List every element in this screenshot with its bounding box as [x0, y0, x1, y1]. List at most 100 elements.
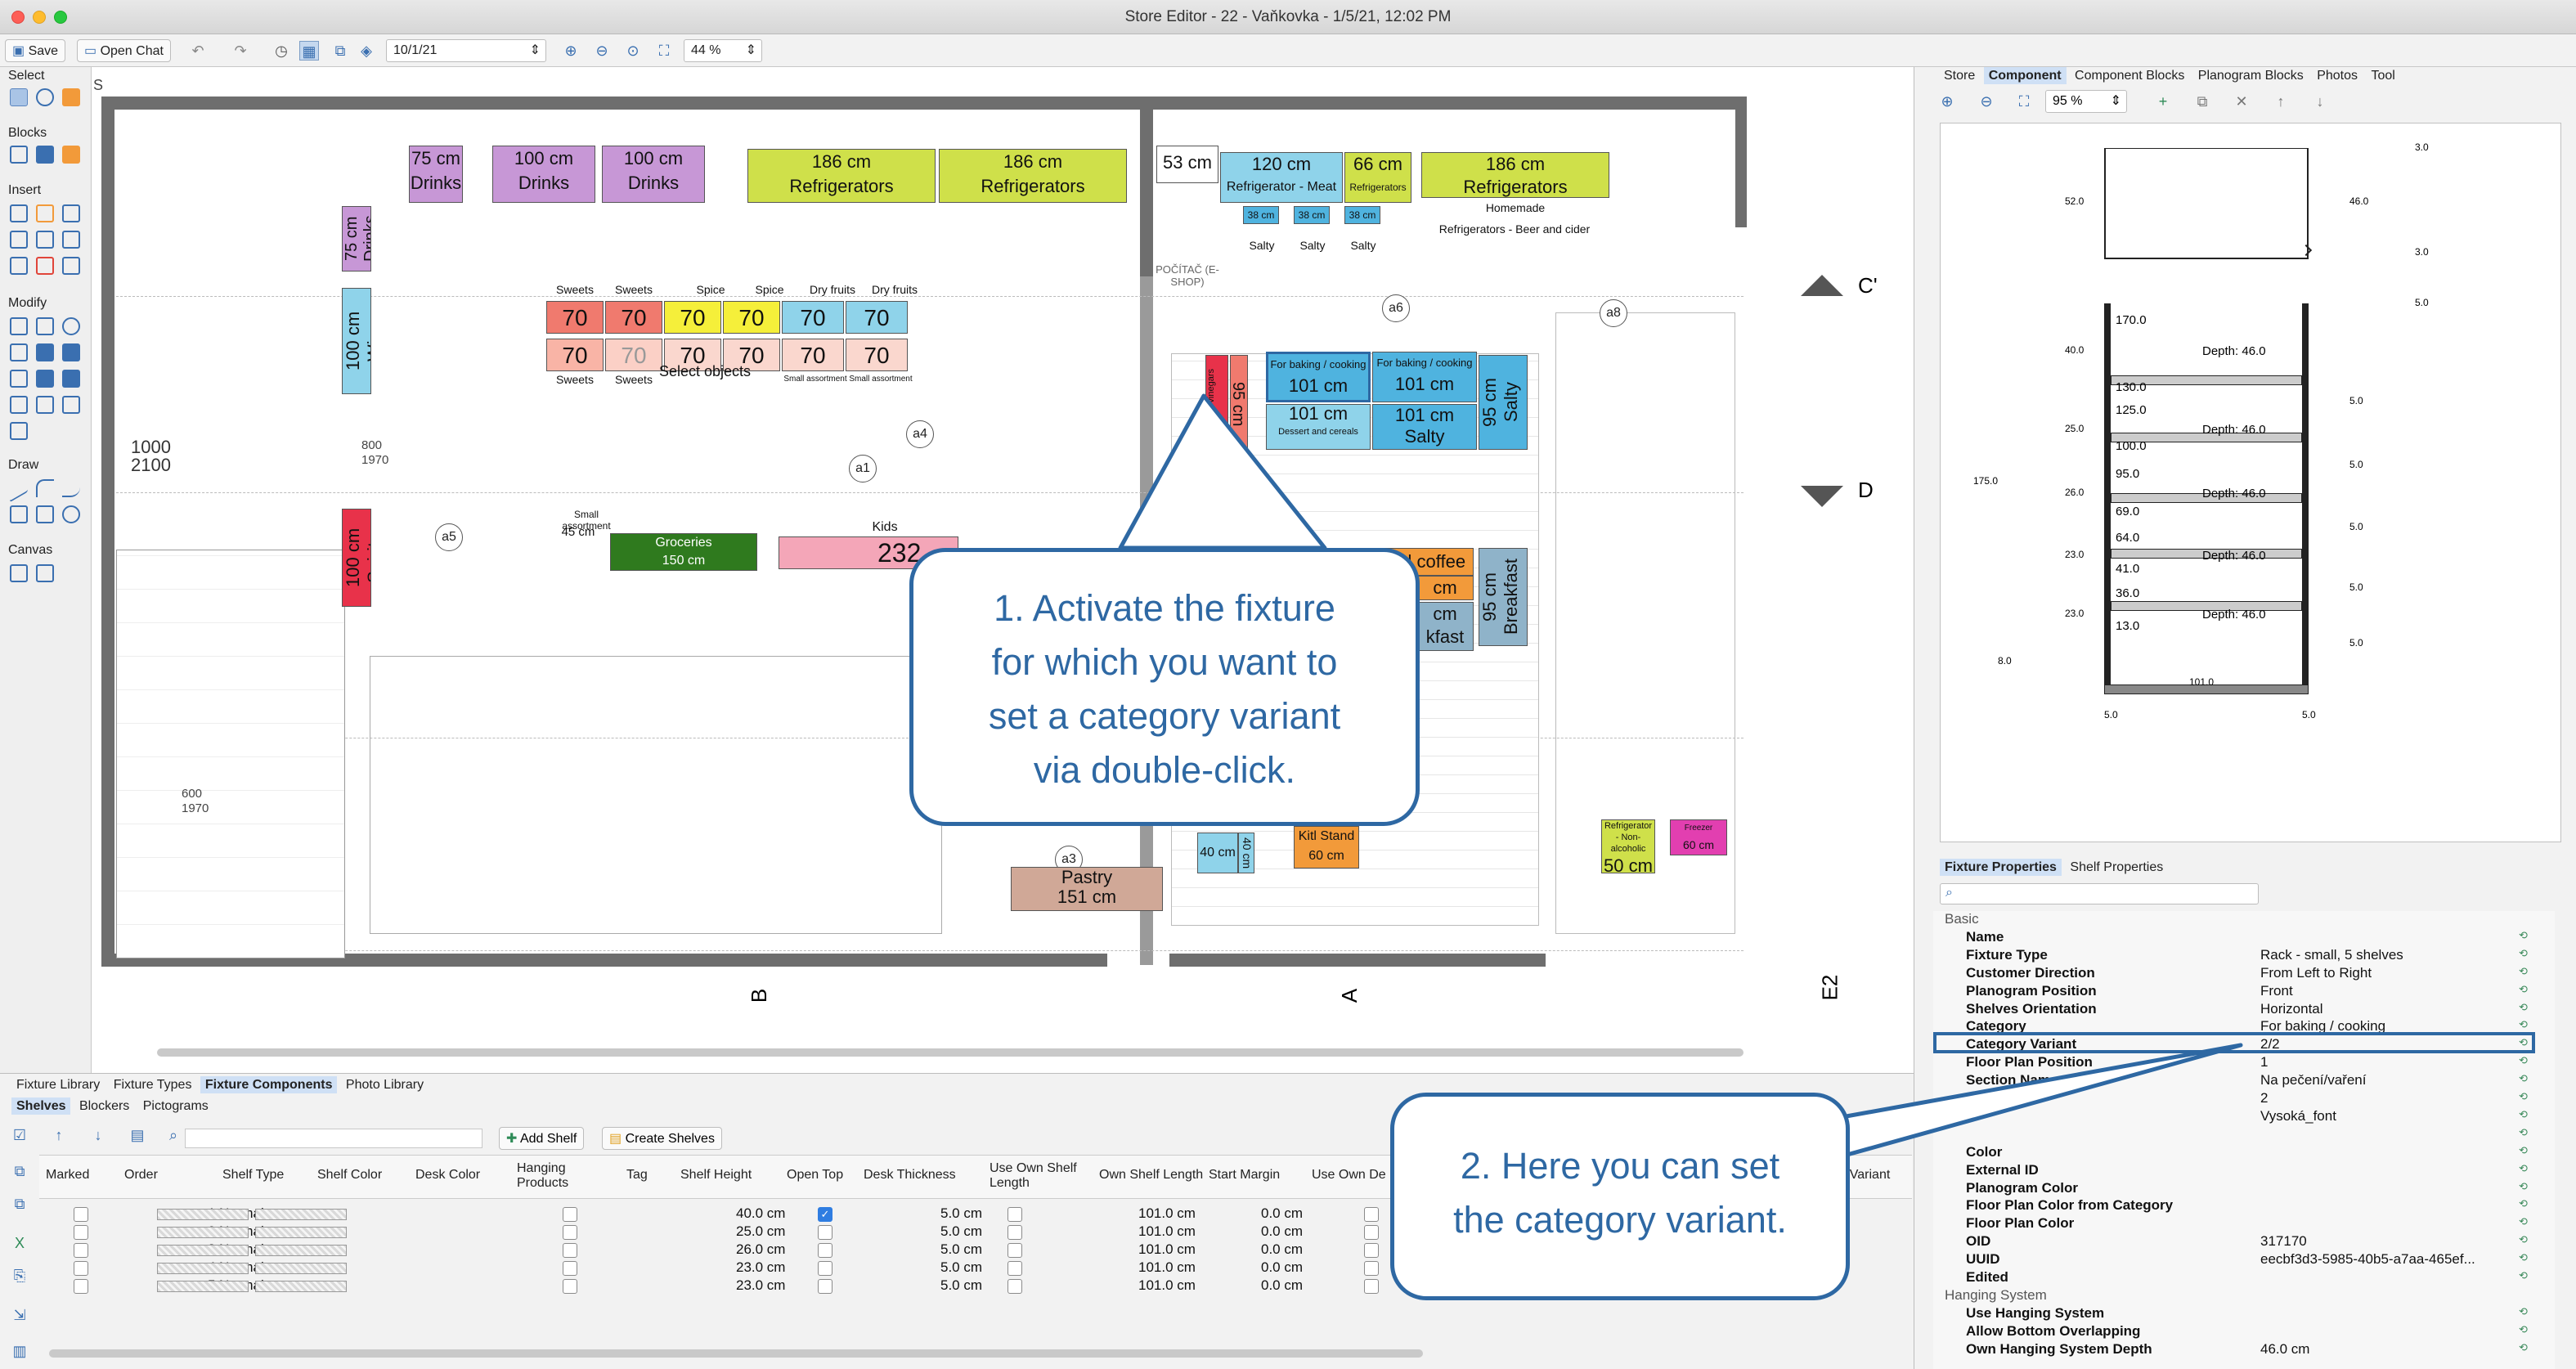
draw-polyline-icon[interactable]	[10, 505, 28, 523]
move-icon[interactable]	[10, 317, 28, 335]
column-header[interactable]: Shelf Height	[680, 1168, 752, 1183]
start-margin-cell[interactable]: 0.0 cm	[1261, 1223, 1303, 1240]
desk-color-swatch[interactable]	[255, 1263, 347, 1274]
marked-checkbox[interactable]	[74, 1225, 88, 1240]
reset-icon[interactable]: ⟲	[2519, 1144, 2528, 1157]
mark-all-icon[interactable]: ☑	[10, 1125, 29, 1145]
flip-icon[interactable]	[10, 370, 28, 388]
tab-blockers[interactable]: Blockers	[74, 1097, 134, 1115]
fixture[interactable]: 100 cm Drinks	[602, 146, 705, 203]
add-shelf-button[interactable]: ✚ Add Shelf	[499, 1127, 585, 1150]
draw-circle-icon[interactable]	[62, 505, 80, 523]
desk-thickness-cell[interactable]: 5.0 cm	[940, 1223, 982, 1240]
use-own-depth-checkbox[interactable]	[1364, 1279, 1379, 1294]
use-own-length-checkbox[interactable]	[1008, 1279, 1022, 1294]
shelf-color-swatch[interactable]	[157, 1281, 249, 1292]
desk-color-swatch[interactable]	[255, 1227, 347, 1238]
redo-icon[interactable]: ↷	[231, 41, 250, 61]
open-top-checkbox[interactable]	[818, 1279, 832, 1294]
open-chat-button[interactable]: ▭ Open Chat	[77, 39, 171, 62]
fixture[interactable]: 120 cm Refrigerator - Meat	[1220, 152, 1343, 203]
reset-icon[interactable]: ⟲	[2519, 1233, 2528, 1246]
marker-circle[interactable]: a5	[435, 523, 463, 551]
property-row[interactable]: Own Hanging System Depth 46.0 cm ⟲	[1933, 1341, 2555, 1359]
tab-tool[interactable]: Tool	[2366, 67, 2399, 84]
fixture[interactable]: 100 cm Drinks	[492, 146, 595, 203]
shelf-height-cell[interactable]: 23.0 cm	[736, 1277, 785, 1294]
reset-icon[interactable]: ⟲	[2519, 1341, 2528, 1354]
zoom-extent-icon[interactable]: ⛶	[654, 41, 674, 61]
insert-photo-icon[interactable]	[10, 231, 28, 249]
tab-fixture-properties[interactable]: Fixture Properties	[1940, 859, 2062, 876]
fixture[interactable]: 186 cm Refrigerators	[1421, 152, 1609, 198]
shelf-height-cell[interactable]: 40.0 cm	[736, 1205, 785, 1222]
grid-icon[interactable]: ▦	[299, 41, 319, 61]
marker-circle[interactable]: a8	[1600, 299, 1627, 327]
insert-line-icon[interactable]	[10, 257, 28, 275]
property-row[interactable]: OID 317170 ⟲	[1933, 1233, 2555, 1251]
open-top-checkbox[interactable]: ✓	[818, 1207, 832, 1222]
date-field[interactable]: 10/1/21 ⇕	[386, 39, 546, 62]
insert-text-icon[interactable]	[62, 204, 80, 222]
rotate-icon[interactable]	[62, 317, 80, 335]
zoom-stepper-icon[interactable]: ⇕	[746, 40, 756, 61]
property-value[interactable]: From Left to Right	[2260, 965, 2372, 981]
fixture[interactable]: 70 cm	[546, 339, 604, 371]
table-settings-icon[interactable]: ▤	[128, 1125, 147, 1145]
move-down-icon[interactable]: ↓	[88, 1125, 108, 1145]
fixture[interactable]: 70 cm	[782, 339, 844, 371]
use-own-depth-checkbox[interactable]	[1364, 1225, 1379, 1240]
own-shelf-length-cell[interactable]: 101.0 cm	[1138, 1277, 1196, 1294]
fixture[interactable]: cm	[1416, 576, 1474, 600]
fixture[interactable]: Kitl Stand 60 cm	[1294, 826, 1359, 869]
property-value[interactable]: 317170	[2260, 1233, 2307, 1250]
reset-icon[interactable]: ⟲	[2519, 1323, 2528, 1336]
shelf-height-cell[interactable]: 25.0 cm	[736, 1223, 785, 1240]
block-layer-icon[interactable]	[62, 146, 80, 164]
mirror-icon[interactable]	[10, 343, 28, 361]
marker-circle[interactable]: a6	[1382, 294, 1410, 322]
column-header[interactable]: Marked	[46, 1168, 89, 1183]
stack-icon[interactable]: ◈	[357, 41, 376, 61]
desk-thickness-cell[interactable]: 5.0 cm	[940, 1241, 982, 1258]
canvas-layers-icon[interactable]	[36, 564, 54, 582]
fixture[interactable]: 38 cm	[1243, 206, 1279, 224]
zoom-out-icon[interactable]: ⊖	[592, 41, 612, 61]
property-section[interactable]: Basic	[1933, 911, 2555, 929]
create-shelves-button[interactable]: ▤ Create Shelves	[602, 1127, 722, 1150]
start-margin-cell[interactable]: 0.0 cm	[1261, 1277, 1303, 1294]
hanging-products-checkbox[interactable]	[563, 1225, 577, 1240]
fixture[interactable]: 100 cm Wine	[342, 288, 371, 394]
clock-icon[interactable]: ◷	[272, 41, 291, 61]
horizontal-scrollbar[interactable]	[157, 1048, 1744, 1057]
fixture[interactable]: 75 cm Drinks	[342, 206, 371, 272]
insert-image-icon[interactable]	[62, 257, 80, 275]
property-value[interactable]: Rack - small, 5 shelves	[2260, 947, 2403, 963]
column-header[interactable]: Use Own Shelf Length	[990, 1161, 1104, 1191]
property-row[interactable]: Shelves Orientation Horizontal ⟲	[1933, 1001, 2555, 1019]
property-row[interactable]: Planogram Color ⟲	[1933, 1180, 2555, 1198]
tab-fixture-types[interactable]: Fixture Types	[109, 1076, 197, 1093]
move-down-icon[interactable]: ↓	[2310, 92, 2330, 111]
fixture[interactable]: 186 cm Refrigerators	[747, 149, 936, 203]
canvas-background-icon[interactable]	[10, 564, 28, 582]
use-own-depth-checkbox[interactable]	[1364, 1261, 1379, 1276]
select-arrow-icon[interactable]	[10, 88, 28, 106]
open-top-checkbox[interactable]	[818, 1261, 832, 1276]
column-header[interactable]: Shelf Color	[317, 1168, 382, 1183]
reset-icon[interactable]: ⟲	[2519, 965, 2528, 978]
property-row[interactable]: Floor Plan Color from Category ⟲	[1933, 1197, 2555, 1215]
fixture[interactable]: 70 cm	[605, 339, 662, 371]
column-header[interactable]: Start Margin	[1209, 1168, 1280, 1183]
column-header[interactable]: Open Top	[787, 1168, 843, 1183]
reset-icon[interactable]: ⟲	[2519, 1215, 2528, 1228]
start-margin-cell[interactable]: 0.0 cm	[1261, 1259, 1303, 1276]
fixture[interactable]: 40 cm	[1197, 833, 1238, 873]
property-row[interactable]: Customer Direction From Left to Right ⟲	[1933, 965, 2555, 983]
shelf-height-cell[interactable]: 23.0 cm	[736, 1259, 785, 1276]
insert-marker-icon[interactable]	[36, 257, 54, 275]
reset-icon[interactable]: ⟲	[2519, 1126, 2528, 1139]
draw-rectangle-icon[interactable]	[36, 505, 54, 523]
hanging-products-checkbox[interactable]	[563, 1243, 577, 1258]
undo-icon[interactable]: ↶	[188, 41, 208, 61]
